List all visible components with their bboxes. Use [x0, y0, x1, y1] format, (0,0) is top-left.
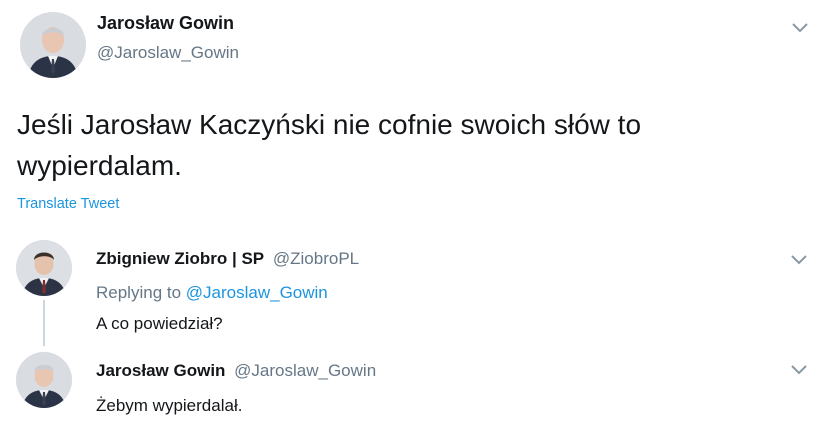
main-author-handle[interactable]: @Jaroslaw_Gowin — [97, 42, 239, 64]
avatar-gowin[interactable] — [20, 12, 86, 78]
chevron-down-icon[interactable] — [790, 254, 808, 266]
reply2-author-handle[interactable]: @Jaroslaw_Gowin — [234, 361, 376, 380]
replying-to-prefix: Replying to — [96, 283, 186, 302]
reply1-author-name[interactable]: Zbigniew Ziobro | SP — [96, 249, 264, 268]
reply2-text: Żebym wypierdalał. — [96, 396, 243, 415]
reply2-header: Jarosław Gowin @Jaroslaw_Gowin — [96, 360, 376, 382]
main-author-name[interactable]: Jarosław Gowin — [97, 12, 234, 34]
main-tweet-text: Jeśli Jarosław Kaczyński nie cofnie swoi… — [17, 109, 642, 181]
reply1-author-handle[interactable]: @ZiobroPL — [273, 249, 359, 268]
chevron-down-icon[interactable] — [790, 364, 808, 376]
translate-tweet-link[interactable]: Translate Tweet — [17, 194, 119, 214]
reply2-author-name[interactable]: Jarosław Gowin — [96, 361, 225, 380]
avatar-ziobro[interactable] — [16, 240, 72, 296]
reply1-header: Zbigniew Ziobro | SP @ZiobroPL — [96, 248, 359, 270]
avatar-photo-icon — [16, 352, 72, 408]
thread-line — [43, 300, 45, 346]
avatar-gowin-reply[interactable] — [16, 352, 72, 408]
avatar-photo-icon — [20, 12, 86, 78]
reply1-replying-to: Replying to @Jaroslaw_Gowin — [96, 282, 328, 304]
avatar-photo-icon — [16, 240, 72, 296]
reply1-text: A co powiedział? — [96, 314, 223, 333]
chevron-down-icon[interactable] — [791, 22, 809, 34]
replying-to-handle-link[interactable]: @Jaroslaw_Gowin — [186, 283, 328, 302]
